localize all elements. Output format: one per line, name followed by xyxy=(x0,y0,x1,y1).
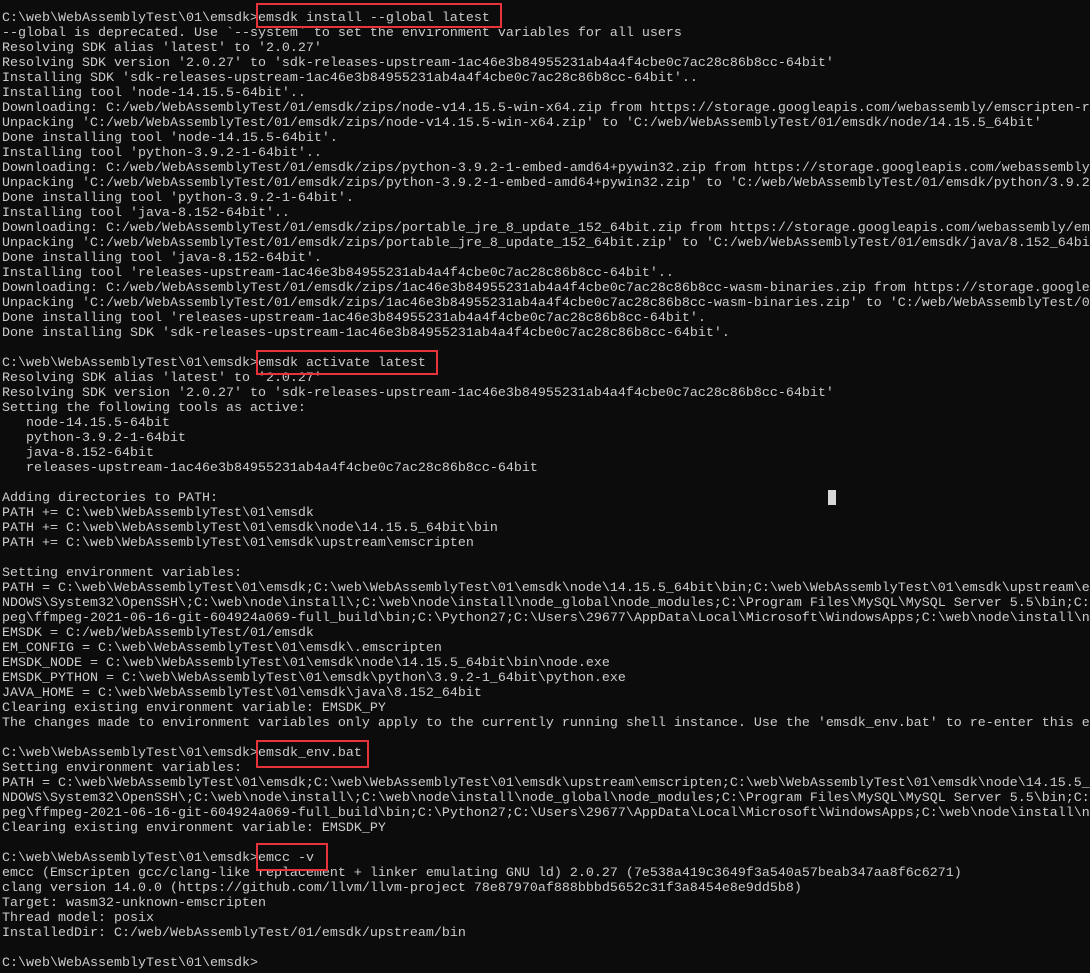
output-line: NDOWS\System32\OpenSSH\;C:\web\node\inst… xyxy=(2,596,1090,611)
output-line: clang version 14.0.0 (https://github.com… xyxy=(2,881,802,896)
output-line: Resolving SDK version '2.0.27' to 'sdk-r… xyxy=(2,386,834,401)
output-line: Target: wasm32-unknown-emscripten xyxy=(2,896,266,911)
output-line: NDOWS\System32\OpenSSH\;C:\web\node\inst… xyxy=(2,791,1090,806)
output-line: node-14.15.5-64bit xyxy=(2,416,170,431)
command-text[interactable]: emsdk activate latest xyxy=(258,356,426,371)
output-line: Done installing tool 'releases-upstream-… xyxy=(2,311,706,326)
output-line: Resolving SDK version '2.0.27' to 'sdk-r… xyxy=(2,56,834,71)
output-line: Resolving SDK alias 'latest' to '2.0.27' xyxy=(2,41,322,56)
text-cursor xyxy=(828,490,836,505)
prompt-path: C:\web\WebAssemblyTest\01\emsdk> xyxy=(2,956,258,971)
prompt-path: C:\web\WebAssemblyTest\01\emsdk> xyxy=(2,11,258,26)
output-line: The changes made to environment variable… xyxy=(2,716,1090,731)
output-line: java-8.152-64bit xyxy=(2,446,154,461)
output-line: --global is deprecated. Use `--system` t… xyxy=(2,26,682,41)
output-line: Downloading: C:/web/WebAssemblyTest/01/e… xyxy=(2,221,1090,236)
output-line: Done installing tool 'node-14.15.5-64bit… xyxy=(2,131,338,146)
output-line: Setting environment variables: xyxy=(2,761,242,776)
output-line: python-3.9.2-1-64bit xyxy=(2,431,186,446)
output-line: releases-upstream-1ac46e3b84955231ab4a4f… xyxy=(2,461,538,476)
output-line: Downloading: C:/web/WebAssemblyTest/01/e… xyxy=(2,101,1090,116)
command-text[interactable]: emsdk_env.bat xyxy=(258,746,362,761)
output-line: Setting environment variables: xyxy=(2,566,242,581)
output-line: Clearing existing environment variable: … xyxy=(2,821,386,836)
output-line: EM_CONFIG = C:\web\WebAssemblyTest\01\em… xyxy=(2,641,442,656)
output-line: Installing SDK 'sdk-releases-upstream-1a… xyxy=(2,71,698,86)
prompt-path: C:\web\WebAssemblyTest\01\emsdk> xyxy=(2,851,258,866)
prompt-line: C:\web\WebAssemblyTest\01\emsdk>emcc -v xyxy=(2,851,1090,866)
prompt-path: C:\web\WebAssemblyTest\01\emsdk> xyxy=(2,356,258,371)
output-line: Installing tool 'node-14.15.5-64bit'.. xyxy=(2,86,306,101)
output-line: Unpacking 'C:/web/WebAssemblyTest/01/ems… xyxy=(2,116,1042,131)
output-line: InstalledDir: C:/web/WebAssemblyTest/01/… xyxy=(2,926,466,941)
output-line: Installing tool 'java-8.152-64bit'.. xyxy=(2,206,290,221)
output-line: Installing tool 'releases-upstream-1ac46… xyxy=(2,266,674,281)
output-line: Installing tool 'python-3.9.2-1-64bit'.. xyxy=(2,146,322,161)
output-line: PATH = C:\web\WebAssemblyTest\01\emsdk;C… xyxy=(2,581,1090,596)
output-line: peg\ffmpeg-2021-06-16-git-604924a069-ful… xyxy=(2,806,1090,821)
output-line: Resolving SDK alias 'latest' to '2.0.27' xyxy=(2,371,322,386)
prompt-path: C:\web\WebAssemblyTest\01\emsdk> xyxy=(2,746,258,761)
command-text[interactable]: emsdk install --global latest xyxy=(258,11,490,26)
output-line: Thread model: posix xyxy=(2,911,154,926)
output-line: Downloading: C:/web/WebAssemblyTest/01/e… xyxy=(2,161,1090,176)
prompt-line: C:\web\WebAssemblyTest\01\emsdk> xyxy=(2,956,1090,971)
output-line: PATH = C:\web\WebAssemblyTest\01\emsdk;C… xyxy=(2,776,1090,791)
output-line: Unpacking 'C:/web/WebAssemblyTest/01/ems… xyxy=(2,296,1090,311)
prompt-line: C:\web\WebAssemblyTest\01\emsdk>emsdk ac… xyxy=(2,356,1090,371)
output-line: EMSDK_PYTHON = C:\web\WebAssemblyTest\01… xyxy=(2,671,626,686)
output-line: Adding directories to PATH: xyxy=(2,491,218,506)
console-output[interactable]: C:\web\WebAssemblyTest\01\emsdk>emsdk in… xyxy=(2,11,1090,971)
output-line: PATH += C:\web\WebAssemblyTest\01\emsdk\… xyxy=(2,536,474,551)
output-line: emcc (Emscripten gcc/clang-like replacem… xyxy=(2,866,962,881)
output-line: Done installing SDK 'sdk-releases-upstre… xyxy=(2,326,730,341)
output-line: PATH += C:\web\WebAssemblyTest\01\emsdk\… xyxy=(2,521,498,536)
output-line: peg\ffmpeg-2021-06-16-git-604924a069-ful… xyxy=(2,611,1090,626)
output-line: EMSDK = C:/web/WebAssemblyTest/01/emsdk xyxy=(2,626,314,641)
output-line: Unpacking 'C:/web/WebAssemblyTest/01/ems… xyxy=(2,176,1090,191)
command-text[interactable]: emcc -v xyxy=(258,851,314,866)
prompt-line: C:\web\WebAssemblyTest\01\emsdk>emsdk in… xyxy=(2,11,1090,26)
output-line: PATH += C:\web\WebAssemblyTest\01\emsdk xyxy=(2,506,314,521)
output-line: Downloading: C:/web/WebAssemblyTest/01/e… xyxy=(2,281,1090,296)
output-line: JAVA_HOME = C:\web\WebAssemblyTest\01\em… xyxy=(2,686,482,701)
output-line: Done installing tool 'java-8.152-64bit'. xyxy=(2,251,322,266)
output-line: Setting the following tools as active: xyxy=(2,401,306,416)
output-line: Done installing tool 'python-3.9.2-1-64b… xyxy=(2,191,354,206)
prompt-line: C:\web\WebAssemblyTest\01\emsdk>emsdk_en… xyxy=(2,746,1090,761)
output-line: Clearing existing environment variable: … xyxy=(2,701,386,716)
output-line: EMSDK_NODE = C:\web\WebAssemblyTest\01\e… xyxy=(2,656,610,671)
output-line: Unpacking 'C:/web/WebAssemblyTest/01/ems… xyxy=(2,236,1090,251)
